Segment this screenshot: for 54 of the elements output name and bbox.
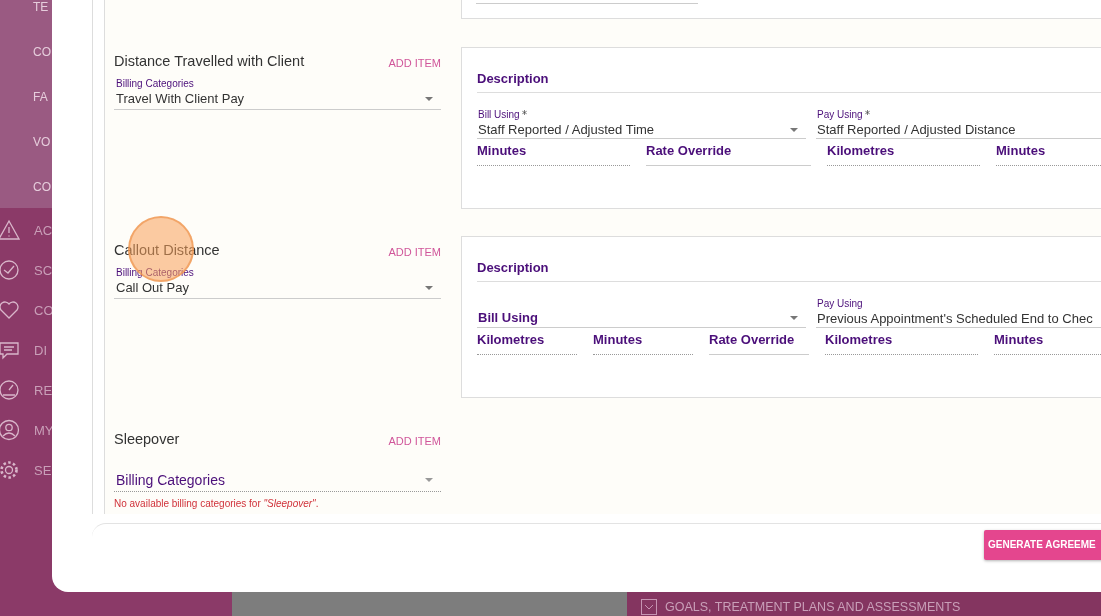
select-value: Previous Appointment's Scheduled End to Chec (817, 310, 1093, 327)
number-field[interactable]: Kilometres (825, 332, 978, 355)
number-field[interactable]: Minutes (477, 143, 630, 166)
caret-icon (790, 315, 798, 320)
description-field[interactable]: Description (477, 253, 1101, 282)
number-field[interactable]: Minutes (593, 332, 693, 355)
pay-using-select[interactable]: Pay Using Staff Reported / Adjusted Distance (816, 109, 1101, 139)
select-value: Staff Reported / Adjusted Time (478, 121, 655, 138)
select-placeholder: Bill Using (478, 310, 538, 325)
caret-icon (425, 478, 433, 482)
field-label: Pay Using (817, 109, 863, 121)
section-title: Sleepover (114, 431, 180, 447)
add-item-button[interactable]: ADD ITEM (388, 57, 441, 69)
clock-check-icon (0, 259, 20, 281)
select-value: Travel With Client Pay (116, 90, 245, 107)
caret-icon (425, 285, 433, 290)
add-item-button[interactable]: ADD ITEM (388, 246, 441, 258)
bill-using-select[interactable]: Bill Using Staff Reported / Adjusted Time (477, 109, 806, 139)
section-title: Distance Travelled with Client (114, 53, 305, 69)
sidebar-item[interactable]: VO (33, 134, 51, 149)
pay-using-select[interactable]: Pay Using Previous Appointment's Scheduled End to Chec (816, 298, 1101, 328)
required-icon (521, 110, 527, 115)
billing-categories-select[interactable]: Billing Categories Call Out Pay (114, 267, 441, 299)
select-value: Call Out Pay (116, 279, 189, 296)
billing-categories-select[interactable]: Billing Categories (114, 471, 441, 492)
select-placeholder: Billing Categories (116, 471, 225, 489)
chevron-icon (641, 599, 657, 615)
field-label: Bill Using (478, 109, 520, 121)
required-icon (864, 110, 870, 115)
bill-using-select[interactable]: Bill Using (477, 298, 806, 328)
number-field[interactable]: Kilometres (477, 332, 577, 355)
warning-icon (0, 219, 20, 241)
field-label: Billing Categories (116, 267, 195, 279)
number-field[interactable]: Rate Override (709, 332, 809, 355)
generate-agreement-button[interactable]: GENERATE AGREEME (984, 529, 1101, 560)
field-label: Pay Using (817, 298, 863, 310)
heart-icon (0, 299, 20, 321)
number-field[interactable]: Minutes (996, 143, 1101, 166)
description-field[interactable]: Description (477, 64, 1101, 93)
number-field[interactable]: Rate Override (646, 143, 811, 166)
section-title: GOALS, TREATMENT PLANS AND ASSESSMENTS (665, 600, 961, 614)
error-message: No available billing categories for "Sleepover". (114, 498, 320, 509)
caret-icon (425, 96, 433, 101)
gauge-icon (0, 379, 20, 401)
person-icon (0, 419, 20, 441)
caret-icon (790, 127, 798, 132)
field-label: Billing Categories (116, 78, 195, 90)
gear-icon (0, 459, 20, 481)
number-field[interactable]: Minutes (994, 332, 1101, 355)
number-field[interactable]: Kilometres (827, 143, 980, 166)
chat-icon (0, 339, 20, 361)
add-item-button[interactable]: ADD ITEM (388, 435, 441, 447)
billing-categories-select[interactable]: Billing Categories Travel With Client Pay (114, 78, 441, 110)
select-value: Staff Reported / Adjusted Distance (817, 121, 1016, 138)
